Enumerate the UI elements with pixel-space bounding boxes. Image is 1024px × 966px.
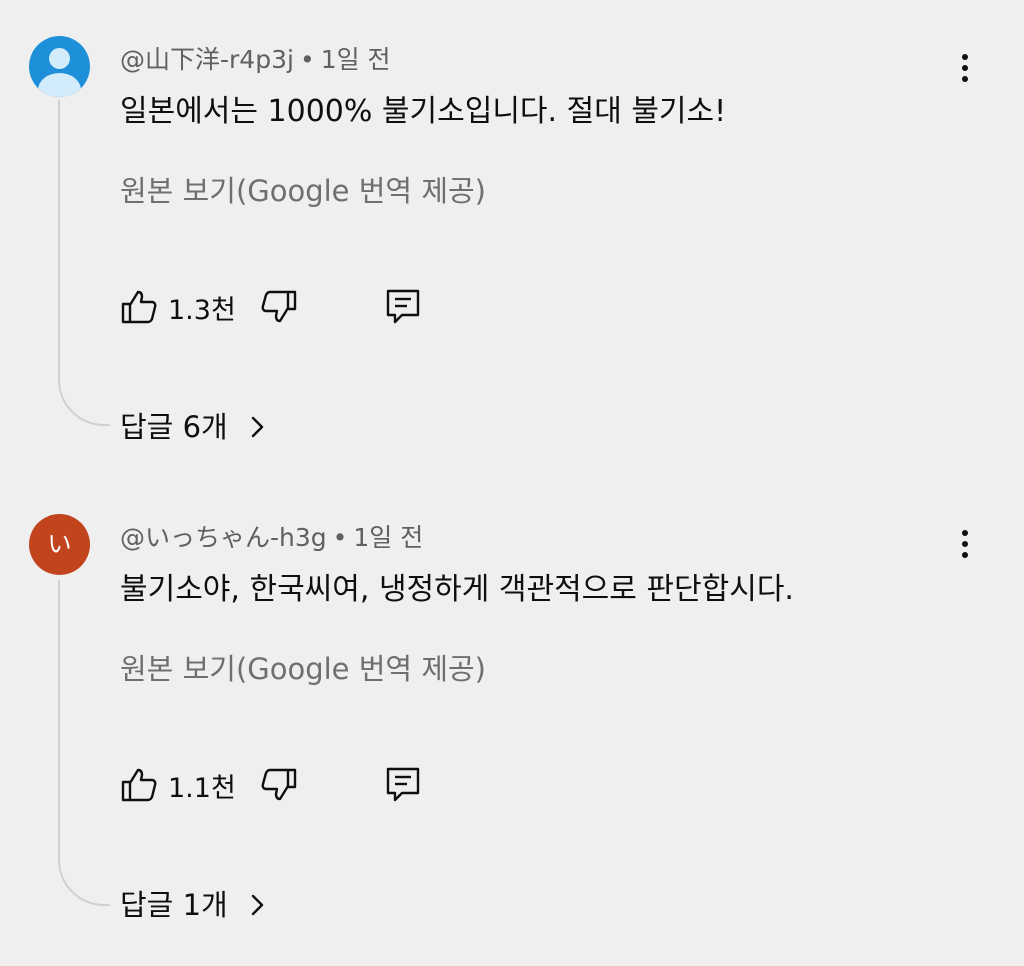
separator-dot: • [299, 45, 315, 74]
author-name[interactable]: @山下洋-r4p3j [120, 45, 294, 74]
comment-header: @いっちゃん-h3g • 1일 전 [120, 518, 423, 554]
comment-actions: 1.1천 [120, 760, 440, 810]
reply-comment-icon[interactable] [385, 766, 421, 804]
comment-item: い @いっちゃん-h3g • 1일 전 불기소야, 한국씨여, 냉정하게 객관적으로… [0, 478, 1024, 966]
reply-comment-icon[interactable] [385, 288, 421, 326]
avatar[interactable] [29, 36, 90, 97]
author-name[interactable]: @いっちゃん-h3g [120, 523, 327, 552]
thread-connector [58, 100, 110, 426]
comment-text: 불기소야, 한국씨여, 냉정하게 객관적으로 판단합시다. [120, 572, 794, 607]
chevron-right-icon [251, 416, 264, 438]
comment-time: 1일 전 [320, 45, 391, 74]
view-original-link[interactable]: 원본 보기(Google 번역 제공) [120, 168, 486, 210]
more-vertical-icon[interactable] [950, 48, 980, 88]
thumbs-down-icon[interactable] [260, 288, 298, 326]
comment-time: 1일 전 [353, 523, 424, 552]
thumbs-down-icon[interactable] [260, 766, 298, 804]
like-count: 1.1천 [168, 773, 236, 804]
replies-toggle[interactable]: 답글 1개 [120, 882, 269, 924]
view-original-link[interactable]: 원본 보기(Google 번역 제공) [120, 646, 486, 688]
avatar[interactable]: い [29, 514, 90, 575]
comment-header: @山下洋-r4p3j • 1일 전 [120, 40, 391, 76]
more-vertical-icon[interactable] [950, 524, 980, 564]
replies-toggle[interactable]: 답글 6개 [120, 404, 269, 446]
replies-label: 답글 6개 [120, 410, 228, 444]
avatar-letter: い [47, 530, 72, 558]
like-count: 1.3천 [168, 295, 236, 326]
thumbs-up-icon[interactable] [120, 766, 158, 804]
separator-dot: • [332, 523, 348, 552]
thread-connector [58, 580, 110, 906]
thumbs-up-icon[interactable] [120, 288, 158, 326]
comment-text: 일본에서는 1000% 불기소입니다. 절대 불기소! [120, 94, 727, 129]
comment-actions: 1.3천 [120, 282, 440, 332]
person-icon [49, 48, 70, 69]
comment-item: @山下洋-r4p3j • 1일 전 일본에서는 1000% 불기소입니다. 절대 불… [0, 0, 1024, 478]
chevron-right-icon [251, 894, 264, 916]
replies-label: 답글 1개 [120, 888, 228, 922]
